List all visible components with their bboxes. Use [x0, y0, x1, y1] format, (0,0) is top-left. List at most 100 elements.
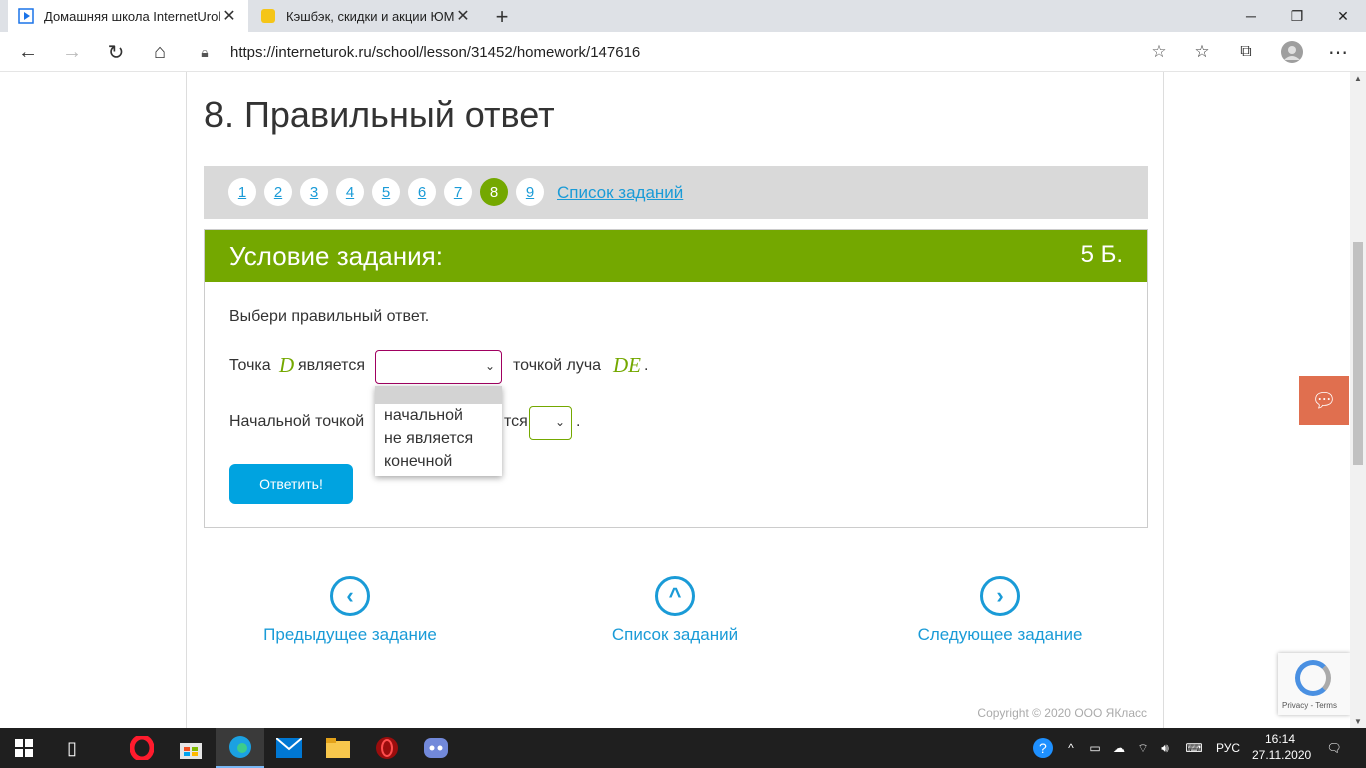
mail-icon[interactable]	[265, 728, 313, 768]
windows-taskbar: ▯ ? ^ ▭ ☁ ⌔ 🔊︎ ⌨ РУС 16:14 27.11.2020 🗨︎	[0, 728, 1366, 768]
task-link-6[interactable]: 6	[408, 178, 436, 206]
close-tab-icon[interactable]: ✕	[454, 6, 472, 26]
task-link-5[interactable]: 5	[372, 178, 400, 206]
edge-icon[interactable]	[216, 728, 264, 768]
task-view-icon[interactable]: ▯	[48, 728, 96, 768]
browser-toolbar: ← → ↻ ⌂ 🔒︎ https://interneturok.ru/schoo…	[0, 32, 1366, 72]
start-windows-icon[interactable]	[0, 728, 48, 768]
volume-icon[interactable]: 🔊︎	[1156, 728, 1174, 768]
dropdown-option[interactable]: начальной	[375, 404, 502, 427]
favorite-star-icon[interactable]: ☆	[1144, 42, 1174, 62]
submit-answer-button[interactable]: Ответить!	[229, 464, 353, 504]
keyboard-icon[interactable]: ⌨	[1180, 728, 1208, 768]
tray-chevron-up-icon[interactable]: ^	[1062, 728, 1080, 768]
task-link-2[interactable]: 2	[264, 178, 292, 206]
clock-date: 27.11.2020	[1252, 748, 1312, 762]
onedrive-cloud-icon[interactable]: ☁	[1108, 728, 1130, 768]
browser-tab-active[interactable]: Домашняя школа InternetUrok.r ✕	[8, 0, 248, 32]
chat-icon[interactable]: 💬︎	[1299, 376, 1349, 425]
q1-var-de: DE	[613, 353, 641, 377]
q1-var-d: D	[279, 353, 295, 377]
task-box: Условие задания: 5 Б. Выбери правильный …	[204, 229, 1148, 528]
task-number-nav: 1 2 3 4 5 6 7 8 9 Список заданий	[204, 166, 1148, 219]
task-header: Условие задания: 5 Б.	[205, 230, 1147, 282]
scroll-up-icon[interactable]: ▲	[1350, 74, 1366, 83]
minimize-icon[interactable]: ─	[1228, 0, 1274, 32]
address-bar[interactable]: 🔒︎ https://interneturok.ru/school/lesson…	[190, 37, 1174, 67]
language-indicator[interactable]: РУС	[1212, 728, 1244, 768]
close-window-icon[interactable]: ✕	[1320, 0, 1366, 32]
more-menu-icon[interactable]: ⋯	[1322, 36, 1354, 68]
task-link-4[interactable]: 4	[336, 178, 364, 206]
select-dropdown-list: начальной не является конечной	[375, 386, 502, 476]
chevron-down-icon: ⌄	[554, 415, 565, 429]
chevron-down-icon: ⌄	[484, 359, 495, 373]
q2-end: .	[576, 413, 581, 430]
yumoney-favicon-icon	[260, 8, 276, 24]
q1-mid: является	[298, 357, 365, 374]
browser-tab[interactable]: Кэшбэк, скидки и акции ЮМоn ✕	[250, 0, 482, 32]
recaptcha-badge[interactable]: Privacy - Terms	[1278, 653, 1350, 715]
opera-gx-icon[interactable]	[363, 728, 411, 768]
system-clock[interactable]: 16:14 27.11.2020	[1252, 731, 1312, 763]
q2-prefix: Начальной точкой	[229, 413, 365, 430]
tab-title: Домашняя школа InternetUrok.r	[44, 8, 220, 24]
prev-task-label[interactable]: Предыдущее задание	[240, 625, 460, 645]
collections-icon[interactable]: ⧉	[1230, 36, 1262, 68]
chevron-up-icon: ^	[655, 576, 695, 616]
opera-icon[interactable]	[118, 728, 166, 768]
dropdown-option[interactable]: конечной	[375, 450, 502, 473]
new-tab-icon[interactable]: +	[490, 4, 514, 30]
url-text: https://interneturok.ru/school/lesson/31…	[230, 43, 641, 61]
task-list-label[interactable]: Список заданий	[565, 625, 785, 645]
next-task-nav[interactable]: › Следующее задание	[890, 576, 1110, 645]
q1-end: .	[644, 357, 649, 374]
task-instruction: Выбери правильный ответ.	[229, 308, 430, 325]
task-list-nav[interactable]: ^ Список заданий	[565, 576, 785, 645]
forward-icon[interactable]: →	[56, 36, 88, 68]
chevron-right-icon: ›	[980, 576, 1020, 616]
close-tab-icon[interactable]: ✕	[220, 6, 238, 26]
help-icon[interactable]: ?	[1031, 728, 1055, 768]
q1-suffix: точкой луча	[513, 357, 602, 374]
home-icon[interactable]: ⌂	[144, 36, 176, 68]
chevron-left-icon: ‹	[330, 576, 370, 616]
favorites-icon[interactable]: ☆	[1186, 36, 1218, 68]
store-icon[interactable]	[167, 728, 215, 768]
scroll-down-icon[interactable]: ▼	[1350, 717, 1366, 726]
file-explorer-icon[interactable]	[314, 728, 362, 768]
recaptcha-logo-icon	[1295, 660, 1331, 696]
scroll-thumb[interactable]	[1353, 242, 1363, 465]
clock-time: 16:14	[1264, 732, 1296, 746]
recaptcha-links[interactable]: Privacy - Terms	[1282, 701, 1337, 710]
page-scrollbar[interactable]: ▲ ▼	[1350, 72, 1366, 728]
restore-icon[interactable]: ❐	[1274, 0, 1320, 32]
discord-icon[interactable]	[412, 728, 460, 768]
svg-text:?: ?	[1039, 740, 1047, 756]
answer-select-2[interactable]: ⌄	[529, 406, 572, 440]
task-link-1[interactable]: 1	[228, 178, 256, 206]
points-badge: 5 Б.	[1080, 241, 1123, 268]
browser-tabbar: Домашняя школа InternetUrok.r ✕ Кэшбэк, …	[0, 0, 1366, 32]
network-icon[interactable]: ⌔	[1134, 728, 1152, 768]
prev-task-nav[interactable]: ‹ Предыдущее задание	[240, 576, 460, 645]
dropdown-option-blank[interactable]	[375, 386, 502, 404]
task-link-9[interactable]: 9	[516, 178, 544, 206]
answer-select-1[interactable]: ⌄	[375, 350, 502, 384]
back-icon[interactable]: ←	[12, 36, 44, 68]
lock-icon: 🔒︎	[201, 43, 209, 60]
task-link-7[interactable]: 7	[444, 178, 472, 206]
q1-prefix: Точка	[229, 357, 271, 374]
dropdown-option[interactable]: не является	[375, 427, 502, 450]
meet-now-icon[interactable]: ▭	[1086, 728, 1104, 768]
refresh-icon[interactable]: ↻	[100, 36, 132, 68]
task-link-3[interactable]: 3	[300, 178, 328, 206]
next-task-label[interactable]: Следующее задание	[890, 625, 1110, 645]
notifications-icon[interactable]: 🗨︎	[1322, 728, 1346, 768]
copyright-text: Copyright © 2020 ООО ЯКласс	[977, 706, 1147, 720]
task-link-8-current[interactable]: 8	[480, 178, 508, 206]
task-list-link[interactable]: Список заданий	[557, 183, 683, 203]
page-title: 8. Правильный ответ	[204, 94, 555, 135]
web-page: 8. Правильный ответ 1 2 3 4 5 6 7 8 9 Сп…	[0, 72, 1350, 728]
profile-avatar-icon[interactable]	[1276, 36, 1308, 68]
